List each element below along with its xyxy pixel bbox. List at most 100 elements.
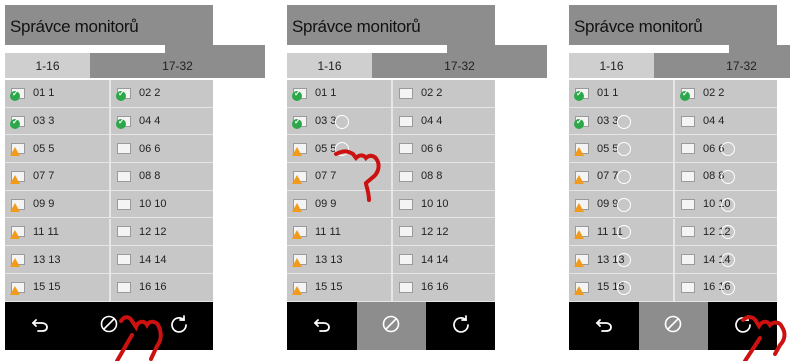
monitor-label: 09 9 bbox=[33, 198, 55, 211]
monitor-warning-icon bbox=[574, 198, 589, 212]
monitor-item[interactable]: 02 2 bbox=[109, 80, 213, 108]
tab-17-32[interactable]: 17-32 bbox=[90, 53, 265, 78]
monitor-ok-icon bbox=[292, 115, 307, 129]
undo-button[interactable] bbox=[287, 302, 356, 350]
monitor-warning-icon bbox=[574, 170, 589, 184]
disable-button[interactable] bbox=[638, 302, 708, 350]
monitor-label: 10 10 bbox=[139, 198, 167, 211]
monitor-icon bbox=[399, 115, 413, 127]
monitor-label: 11 11 bbox=[315, 225, 341, 238]
monitor-warning-icon bbox=[10, 198, 25, 212]
monitor-item[interactable]: 14 14 bbox=[109, 246, 213, 274]
monitor-item[interactable]: 04 4 bbox=[109, 107, 213, 136]
monitor-icon bbox=[681, 198, 695, 210]
tab-1-16[interactable]: 1-16 bbox=[5, 53, 90, 78]
tab-1-16[interactable]: 1-16 bbox=[569, 53, 654, 78]
monitor-item[interactable]: 14 14 bbox=[391, 246, 495, 274]
monitor-item[interactable]: 09 9 bbox=[569, 191, 673, 219]
monitor-ok-icon bbox=[574, 115, 589, 129]
monitor-label: 15 15 bbox=[33, 281, 61, 294]
monitor-item[interactable]: 02 2 bbox=[673, 80, 777, 108]
monitor-label: 15 15 bbox=[315, 281, 343, 294]
monitor-item[interactable]: 09 9 bbox=[5, 191, 109, 219]
monitor-item[interactable]: 01 1 bbox=[569, 80, 673, 108]
monitor-item[interactable]: 04 4 bbox=[673, 107, 777, 136]
monitor-icon bbox=[117, 281, 131, 293]
monitor-label: 08 8 bbox=[139, 170, 161, 183]
monitor-item[interactable]: 08 8 bbox=[391, 163, 495, 191]
monitor-label: 04 4 bbox=[421, 115, 443, 128]
monitor-label: 14 14 bbox=[139, 253, 167, 266]
monitor-grid: 01 1 02 2 03 3 04 4 05 5 06 6 07 7 08 8 09 9 10 1… bbox=[287, 80, 495, 302]
monitor-item[interactable]: 12 12 bbox=[109, 218, 213, 247]
monitor-item[interactable]: 08 8 bbox=[109, 163, 213, 191]
monitor-item[interactable]: 11 11 bbox=[569, 219, 673, 247]
monitor-item[interactable]: 15 15 bbox=[5, 274, 109, 302]
monitor-item[interactable]: 02 2 bbox=[391, 80, 495, 108]
monitor-item[interactable]: 14 14 bbox=[673, 246, 777, 274]
monitor-label: 03 3 bbox=[315, 115, 337, 128]
monitor-item[interactable]: 07 7 bbox=[5, 163, 109, 191]
monitor-item[interactable]: 01 1 bbox=[5, 80, 109, 108]
tab-17-32[interactable]: 17-32 bbox=[654, 53, 790, 78]
monitor-icon bbox=[117, 170, 131, 182]
monitor-item[interactable]: 12 12 bbox=[673, 218, 777, 247]
monitor-item[interactable]: 11 11 bbox=[287, 219, 391, 247]
undo-button[interactable] bbox=[5, 302, 74, 350]
monitor-item[interactable]: 11 11 bbox=[5, 219, 109, 247]
monitor-item[interactable]: 05 5 bbox=[569, 135, 673, 164]
monitor-label: 01 1 bbox=[315, 87, 337, 100]
monitor-label: 02 2 bbox=[421, 87, 443, 100]
monitor-item[interactable]: 05 5 bbox=[287, 135, 391, 164]
monitor-icon bbox=[681, 281, 695, 293]
tab-17-32[interactable]: 17-32 bbox=[372, 53, 547, 78]
monitor-icon bbox=[681, 226, 695, 238]
bottom-toolbar bbox=[287, 302, 495, 350]
tab-1-16[interactable]: 1-16 bbox=[287, 53, 372, 78]
monitor-item[interactable]: 07 7 bbox=[287, 163, 391, 191]
page-title: Správce monitorů bbox=[292, 17, 421, 36]
monitor-warning-icon bbox=[574, 254, 589, 268]
monitor-item[interactable]: 03 3 bbox=[5, 108, 109, 136]
monitor-item[interactable]: 08 8 bbox=[673, 163, 777, 191]
monitor-ok-icon bbox=[10, 115, 25, 129]
monitor-item[interactable]: 03 3 bbox=[287, 108, 391, 136]
monitor-label: 09 9 bbox=[597, 198, 619, 211]
refresh-button[interactable] bbox=[708, 302, 777, 350]
monitor-item[interactable]: 06 6 bbox=[109, 135, 213, 164]
monitor-label: 16 16 bbox=[421, 281, 449, 294]
page-title: Správce monitorů bbox=[10, 17, 139, 36]
refresh-button[interactable] bbox=[426, 302, 495, 350]
refresh-button[interactable] bbox=[144, 302, 213, 350]
monitor-item[interactable]: 16 16 bbox=[109, 273, 213, 302]
refresh-icon bbox=[733, 314, 753, 339]
undo-button[interactable] bbox=[569, 302, 638, 350]
disable-button[interactable] bbox=[75, 302, 144, 350]
monitor-item[interactable]: 09 9 bbox=[287, 191, 391, 219]
monitor-item[interactable]: 04 4 bbox=[391, 107, 495, 136]
monitor-item[interactable]: 13 13 bbox=[5, 246, 109, 274]
monitor-item[interactable]: 01 1 bbox=[287, 80, 391, 108]
monitor-item[interactable]: 03 3 bbox=[569, 108, 673, 136]
monitor-label: 15 15 bbox=[597, 281, 625, 294]
disable-button[interactable] bbox=[356, 302, 426, 350]
monitor-label: 13 13 bbox=[33, 253, 61, 266]
monitor-item[interactable]: 15 15 bbox=[287, 274, 391, 302]
monitor-item[interactable]: 10 10 bbox=[673, 190, 777, 219]
monitor-label: 13 13 bbox=[597, 253, 625, 266]
monitor-item[interactable]: 13 13 bbox=[287, 246, 391, 274]
monitor-item[interactable]: 16 16 bbox=[391, 273, 495, 302]
monitor-item[interactable]: 05 5 bbox=[5, 135, 109, 164]
monitor-item[interactable]: 06 6 bbox=[673, 135, 777, 164]
monitor-icon bbox=[681, 143, 695, 155]
monitor-item[interactable]: 12 12 bbox=[391, 218, 495, 247]
monitor-item[interactable]: 06 6 bbox=[391, 135, 495, 164]
monitor-item[interactable]: 16 16 bbox=[673, 273, 777, 302]
monitor-warning-icon bbox=[574, 281, 589, 295]
monitor-item[interactable]: 10 10 bbox=[391, 190, 495, 219]
monitor-item[interactable]: 13 13 bbox=[569, 246, 673, 274]
monitor-warning-icon bbox=[292, 281, 307, 295]
monitor-item[interactable]: 10 10 bbox=[109, 190, 213, 219]
monitor-item[interactable]: 07 7 bbox=[569, 163, 673, 191]
monitor-item[interactable]: 15 15 bbox=[569, 274, 673, 302]
